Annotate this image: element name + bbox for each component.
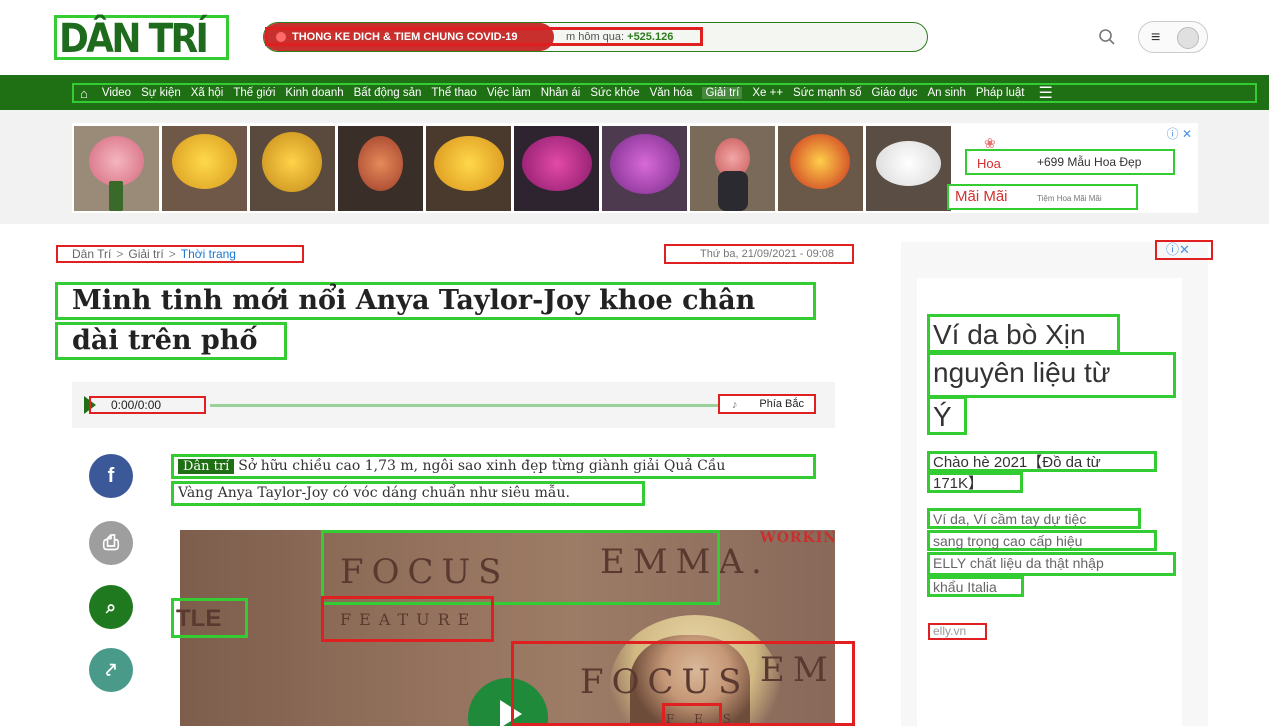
comment-icon[interactable]: ⌕ <box>89 585 133 629</box>
video-region-tle: TLE <box>171 598 248 638</box>
video-text-tle: TLE <box>176 605 222 632</box>
nav-item-nhan-ai[interactable]: Nhân ái <box>541 87 581 99</box>
breadcrumb-current[interactable]: Thời trang <box>181 247 236 261</box>
article-title-line2: dài trên phố <box>55 322 287 360</box>
search-icon[interactable] <box>1098 28 1116 46</box>
ad-count-text: +699 Mẫu Hoa Đẹp <box>1037 155 1142 169</box>
article-title-line1: Minh tinh mới nổi Anya Taylor-Joy khoe c… <box>55 282 816 320</box>
side-desc-3[interactable]: ELLY chất liệu da thật nhập <box>927 552 1176 576</box>
audio-voice-label: Phía Bắc <box>759 398 804 410</box>
ad-shop-name: Tiệm Hoa Mãi Mãi <box>1037 194 1102 203</box>
ad-thumb-10[interactable] <box>866 126 951 211</box>
article-lead-line2: Vàng Anya Taylor-Joy có vóc dáng chuẩn n… <box>171 481 645 506</box>
nav-item-giai-tri[interactable]: Giải trí <box>702 87 743 99</box>
ad-hoa-box[interactable]: Hoa +699 Mẫu Hoa Đẹp <box>965 149 1175 175</box>
audio-player: 0:00/0:00 ♪ Phía Bắc <box>72 382 835 428</box>
print-icon[interactable]: ⎙ <box>89 521 133 565</box>
ad-choices-icon[interactable]: ⓘ ✕ <box>1167 125 1192 142</box>
breadcrumb-section[interactable]: Giải trí <box>128 247 163 261</box>
nav-item-suc-khoe[interactable]: Sức khỏe <box>590 87 639 99</box>
ad-mai-box[interactable]: Mãi Mãi Tiệm Hoa Mãi Mãi <box>947 184 1138 210</box>
video-region-emma <box>321 530 720 605</box>
dan-tri-tag: Dân trí <box>178 459 235 474</box>
ad-thumbnails <box>74 126 951 211</box>
publish-date: Thứ ba, 21/09/2021 - 09:08 <box>664 244 854 264</box>
nav-item-kinh-doanh[interactable]: Kinh doanh <box>285 87 343 99</box>
side-sub-1[interactable]: Chào hè 2021【Đồ da từ <box>927 451 1157 472</box>
site-logo[interactable]: DÂN TRÍ <box>59 18 215 60</box>
home-icon[interactable]: ⌂ <box>80 86 88 101</box>
logo-box[interactable]: DÂN TRÍ <box>54 15 229 60</box>
user-menu-button[interactable]: ≡ <box>1138 21 1208 53</box>
side-sub-2[interactable]: 171K】 <box>927 472 1023 493</box>
nav-more-icon[interactable]: ☰ <box>1038 83 1052 103</box>
side-ad-url[interactable]: elly.vn <box>928 623 987 640</box>
nav-bar: ⌂ Video Sự kiện Xã hội Thế giới Kinh doa… <box>72 83 1257 103</box>
breadcrumb: Dân Trí > Giải trí > Thời trang <box>56 245 304 263</box>
nav-item-giao-duc[interactable]: Giáo dục <box>871 87 917 99</box>
audio-voice-select[interactable]: ♪ Phía Bắc <box>718 394 816 414</box>
ad-thumb-1[interactable] <box>74 126 159 211</box>
nav-item-phap-luat[interactable]: Pháp luật <box>976 87 1025 99</box>
sidebar-ad-choices-icon[interactable]: ⓘ✕ <box>1155 240 1213 260</box>
hamburger-icon: ≡ <box>1151 29 1161 46</box>
nav-item-video[interactable]: Video <box>102 87 131 99</box>
ad-thumb-6[interactable] <box>514 126 599 211</box>
site-header: DÂN TRÍ THONG KE DICH & TIEM CHUNG COVID… <box>0 0 1269 75</box>
lead-text-1: Sở hữu chiều cao 1,73 m, ngôi sao xinh đ… <box>238 458 726 474</box>
side-desc-1[interactable]: Ví da, Ví cầm tay dự tiệc <box>927 508 1141 529</box>
side-desc-4[interactable]: khẩu Italia <box>927 576 1024 597</box>
video-region-feature <box>321 596 494 642</box>
audio-progress-track[interactable] <box>210 404 790 407</box>
main-nav: ⌂ Video Sự kiện Xã hội Thế giới Kinh doa… <box>0 75 1269 110</box>
ad-banner[interactable]: ⓘ ✕ ❀ Hoa +699 Mẫu Hoa Đẹp Mãi Mãi Tiệm … <box>72 123 1198 213</box>
nav-item-an-sinh[interactable]: An sinh <box>928 87 966 99</box>
facebook-share-icon[interactable]: f <box>89 454 133 498</box>
ad-thumb-9[interactable] <box>778 126 863 211</box>
ad-banner-area: ⓘ ✕ ❀ Hoa +699 Mẫu Hoa Đẹp Mãi Mãi Tiệm … <box>0 110 1269 224</box>
side-desc-2[interactable]: sang trọng cao cấp hiệu <box>927 530 1157 551</box>
nav-item-suc-manh-so[interactable]: Sức mạnh số <box>793 87 861 99</box>
nav-item-xa-hoi[interactable]: Xã hội <box>191 87 224 99</box>
nav-item-xe[interactable]: Xe ++ <box>752 87 783 99</box>
side-headline-1[interactable]: Ví da bò Xịn <box>927 314 1120 353</box>
side-headline-2[interactable]: nguyên liệu từ <box>927 352 1176 398</box>
speaker-icon: ♪ <box>732 399 738 411</box>
ad-thumb-8[interactable] <box>690 126 775 211</box>
ad-thumb-3[interactable] <box>250 126 335 211</box>
covid-highlight <box>265 27 703 46</box>
audio-time: 0:00/0:00 <box>89 396 206 414</box>
share-link-icon[interactable]: ⤤ <box>89 648 133 692</box>
nav-item-su-kien[interactable]: Sự kiện <box>141 87 181 99</box>
nav-item-bat-dong-san[interactable]: Bất động sản <box>354 87 422 99</box>
ad-thumb-5[interactable] <box>426 126 511 211</box>
article-lead-line1: Dân trí Sở hữu chiều cao 1,73 m, ngôi sao… <box>171 454 816 479</box>
video-region-fes <box>662 703 722 726</box>
ad-thumb-4[interactable] <box>338 126 423 211</box>
ad-thumb-2[interactable] <box>162 126 247 211</box>
nav-item-viec-lam[interactable]: Việc làm <box>487 87 531 99</box>
nav-item-the-thao[interactable]: Thể thao <box>431 87 476 99</box>
user-avatar-icon <box>1177 27 1199 49</box>
ad-brand-mai: Mãi Mãi <box>955 188 1008 205</box>
lead-text-2: Vàng Anya Taylor-Joy có vóc dáng chuẩn n… <box>178 485 570 501</box>
ad-thumb-7[interactable] <box>602 126 687 211</box>
video-text-working: WORKING <box>760 530 835 546</box>
breadcrumb-home[interactable]: Dân Trí <box>72 247 111 261</box>
side-headline-3[interactable]: Ý <box>927 396 967 435</box>
nav-item-van-hoa[interactable]: Văn hóa <box>650 87 693 99</box>
ad-brand-hoa: Hoa <box>977 156 1001 171</box>
nav-item-the-gioi[interactable]: Thế giới <box>233 87 275 99</box>
